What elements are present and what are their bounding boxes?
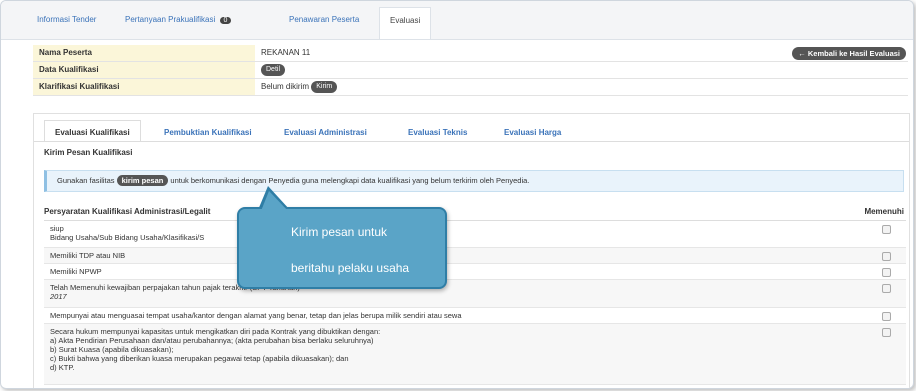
section-title: Kirim Pesan Kualifikasi xyxy=(44,148,133,157)
memenuhi-checkbox[interactable] xyxy=(882,225,891,234)
row-text: Mempunyai atau menguasai tempat usaha/ka… xyxy=(50,311,462,320)
subtab-pembuktian-kualifikasi[interactable]: Pembuktian Kualifikasi xyxy=(164,128,252,137)
klarifikasi-label: Klarifikasi Kualifikasi xyxy=(33,79,255,95)
detil-button[interactable]: Detil xyxy=(261,63,286,76)
row-text: 2017 xyxy=(50,292,67,301)
top-tab-bar: Informasi Tender Pertanyaan Prakualifika… xyxy=(1,1,913,40)
memenuhi-checkbox[interactable] xyxy=(882,328,891,337)
table-row: siup Bidang Usaha/Sub Bidang Usaha/Klasi… xyxy=(44,221,906,248)
tab-informasi-tender[interactable]: Informasi Tender xyxy=(37,15,96,24)
callout-tail-fill xyxy=(261,191,288,211)
row-text: a) Akta Pendirian Perusahaan dan/atau pe… xyxy=(50,336,374,345)
subtab-evaluasi-teknis[interactable]: Evaluasi Teknis xyxy=(408,128,467,137)
tab-pertanyaan-prakualifikasi[interactable]: Pertanyaan Prakualifikasi 0 xyxy=(125,15,232,24)
row-text: siup xyxy=(50,224,64,233)
row-text: Bidang Usaha/Sub Bidang Usaha/Klasifikas… xyxy=(50,233,205,242)
peserta-value: REKANAN 11 xyxy=(261,48,311,57)
header-memenuhi: Memenuhi xyxy=(864,207,904,216)
info-row-kualifikasi: Data Kualifikasi Detil xyxy=(33,62,908,79)
count-badge: 0 xyxy=(219,17,232,24)
table-row: Telah Memenuhi kewajiban perpajakan tahu… xyxy=(44,280,906,308)
row-text: b) Surat Kuasa (apabila dikuasakan); xyxy=(50,345,174,354)
app-window: Informasi Tender Pertanyaan Prakualifika… xyxy=(0,0,914,389)
peserta-label: Nama Peserta xyxy=(33,45,255,61)
kirim-pesan-button[interactable]: kirim pesan xyxy=(116,175,169,186)
header-persyaratan: Persyaratan Kualifikasi Administrasi/Leg… xyxy=(44,207,211,216)
memenuhi-checkbox[interactable] xyxy=(882,268,891,277)
klarifikasi-status: Belum dikirim xyxy=(261,82,310,91)
callout-line-2: beritahu pelaku usaha xyxy=(291,261,410,275)
notice-text-before: Gunakan fasilitas xyxy=(57,176,115,185)
subtab-evaluasi-kualifikasi[interactable]: Evaluasi Kualifikasi xyxy=(44,120,141,142)
row-text: Memiliki TDP atau NIB xyxy=(50,251,126,260)
row-text: Memiliki NPWP xyxy=(50,267,102,276)
subtab-evaluasi-harga[interactable]: Evaluasi Harga xyxy=(504,128,561,137)
info-row-klarifikasi: Klarifikasi Kualifikasi Belum dikirim Ki… xyxy=(33,79,908,96)
table-row: Memiliki TDP atau NIB xyxy=(44,248,906,264)
subtab-evaluasi-administrasi[interactable]: Evaluasi Administrasi xyxy=(284,128,367,137)
row-text: d) KTP. xyxy=(50,363,75,372)
kirim-button[interactable]: Kirim xyxy=(311,80,338,93)
table-row: Mempunyai atau menguasai tempat usaha/ka… xyxy=(44,308,906,324)
callout-line-1: Kirim pesan untuk xyxy=(291,225,388,239)
table-header: Persyaratan Kualifikasi Administrasi/Leg… xyxy=(44,204,906,221)
row-text: c) Bukti bahwa yang diberikan kuasa meru… xyxy=(50,354,349,363)
back-to-results-button[interactable]: ← Kembali ke Hasil Evaluasi xyxy=(792,47,906,60)
row-text: Secara hukum mempunyai kapasitas untuk m… xyxy=(50,327,381,336)
memenuhi-checkbox[interactable] xyxy=(882,312,891,321)
tab-evaluasi[interactable]: Evaluasi xyxy=(379,7,432,39)
tab-divider xyxy=(34,141,909,142)
memenuhi-checkbox[interactable] xyxy=(882,284,891,293)
annotation-callout: Kirim pesan untuk beritahu pelaku usaha xyxy=(237,207,447,289)
tab-penawaran-peserta[interactable]: Penawaran Peserta xyxy=(289,15,359,24)
table-row: Secara hukum mempunyai kapasitas untuk m… xyxy=(44,324,906,385)
tab-label: Pertanyaan Prakualifikasi xyxy=(125,15,216,24)
info-notice: Gunakan fasilitas kirim pesan untuk berk… xyxy=(44,170,904,192)
table-row: Memiliki NPWP xyxy=(44,264,906,280)
evaluation-panel: Evaluasi Kualifikasi Pembuktian Kualifik… xyxy=(33,113,910,388)
notice-text-after: untuk berkomunikasi dengan Penyedia guna… xyxy=(170,176,530,185)
info-row-peserta: Nama Peserta REKANAN 11 ← Kembali ke Has… xyxy=(33,45,908,62)
memenuhi-checkbox[interactable] xyxy=(882,252,891,261)
kualifikasi-label: Data Kualifikasi xyxy=(33,62,255,78)
